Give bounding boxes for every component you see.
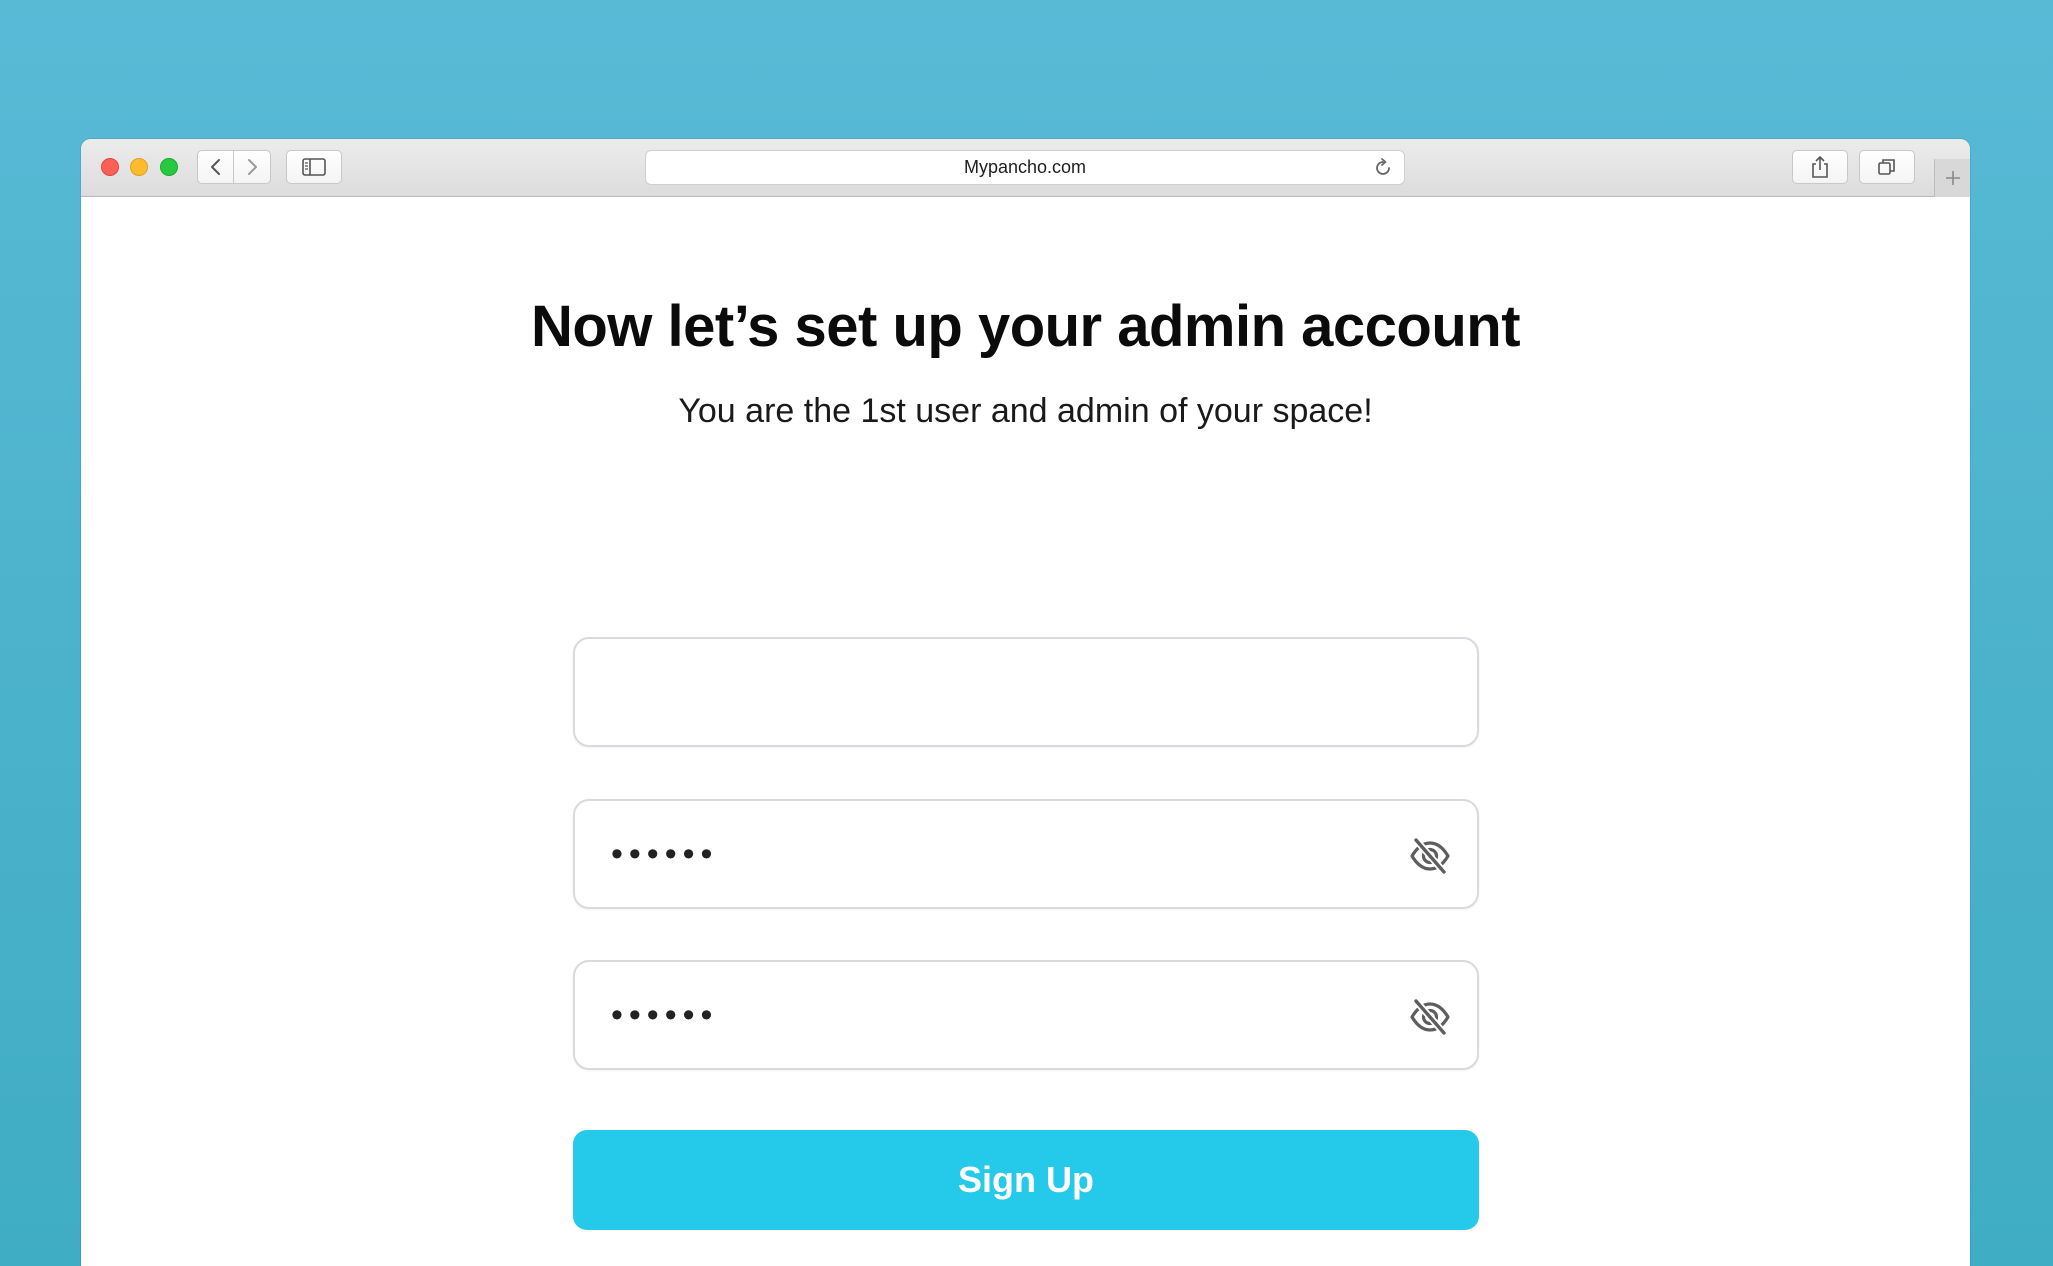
share-icon bbox=[1812, 156, 1828, 178]
password-field[interactable] bbox=[573, 799, 1479, 909]
url-text: Mypancho.com bbox=[963, 157, 1087, 177]
chevron-left-icon bbox=[210, 159, 220, 175]
browser-window: Mypancho.com Now let’s set up your admin… bbox=[81, 139, 1970, 1266]
password-input[interactable] bbox=[575, 801, 1477, 907]
sidebar-icon bbox=[302, 158, 326, 176]
address-bar[interactable]: Mypancho.com bbox=[645, 150, 1405, 185]
zoom-window-button[interactable] bbox=[160, 158, 178, 176]
reload-icon[interactable] bbox=[1372, 157, 1394, 179]
confirm-password-input[interactable] bbox=[575, 962, 1477, 1068]
tab-overview-button[interactable] bbox=[1859, 150, 1915, 184]
account-field[interactable] bbox=[573, 637, 1479, 747]
share-button[interactable] bbox=[1792, 150, 1848, 184]
browser-toolbar: Mypancho.com bbox=[81, 139, 1970, 197]
new-tab-button[interactable] bbox=[1934, 159, 1970, 197]
close-window-button[interactable] bbox=[101, 158, 119, 176]
tabs-overview-icon bbox=[1878, 159, 1895, 175]
eye-slash-icon[interactable] bbox=[1409, 837, 1451, 875]
back-button[interactable] bbox=[197, 150, 234, 184]
sidebar-toggle-button[interactable] bbox=[286, 150, 342, 184]
account-input[interactable] bbox=[575, 639, 1477, 745]
confirm-password-field[interactable] bbox=[573, 960, 1479, 1070]
chevron-right-icon bbox=[248, 159, 257, 175]
forward-button[interactable] bbox=[234, 150, 271, 184]
sign-up-button[interactable]: Sign Up bbox=[573, 1130, 1479, 1230]
page-content: Now let’s set up your admin account You … bbox=[81, 197, 1970, 1266]
plus-icon bbox=[1945, 171, 1960, 185]
page-subtitle: You are the 1st user and admin of your s… bbox=[678, 392, 1373, 430]
eye-slash-icon[interactable] bbox=[1409, 998, 1451, 1036]
minimize-window-button[interactable] bbox=[130, 158, 148, 176]
page-title: Now let’s set up your admin account bbox=[530, 294, 1521, 359]
